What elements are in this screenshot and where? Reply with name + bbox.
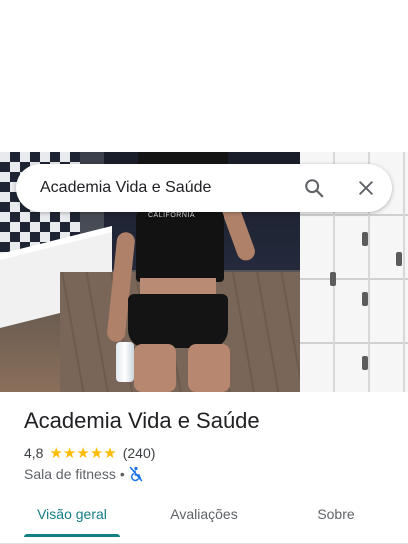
person-leg	[134, 344, 176, 392]
shirt-print: CALIFORNIA	[148, 212, 196, 219]
star-icon: ★	[62, 444, 77, 462]
separator: •	[119, 466, 125, 482]
tab-about[interactable]: Sobre	[296, 494, 376, 534]
tab-bar: Visão geral Avaliações Sobre	[0, 494, 408, 544]
star-icon: ★	[49, 444, 63, 462]
person-leg	[188, 344, 230, 392]
search-icon[interactable]	[298, 172, 330, 204]
rating-row[interactable]: 4,8 ★ ★ ★ ★ ★ (240)	[24, 443, 155, 463]
tab-reviews[interactable]: Avaliações	[152, 494, 256, 534]
review-count[interactable]: (240)	[123, 445, 156, 461]
locker-lock	[362, 292, 368, 306]
wheelchair-crossed-icon[interactable]	[129, 466, 145, 482]
locker-lock	[362, 356, 368, 370]
category-row: Sala de fitness •	[24, 464, 145, 484]
locker-lock	[330, 272, 336, 286]
person-shirt	[136, 208, 224, 282]
locker-lock	[362, 232, 368, 246]
rating-value: 4,8	[24, 445, 44, 461]
water-bottle	[116, 342, 134, 382]
tab-overview[interactable]: Visão geral	[24, 494, 120, 534]
search-bar[interactable]: Academia Vida e Saúde	[16, 164, 392, 212]
person-shorts	[128, 294, 228, 348]
active-tab-indicator	[24, 534, 120, 537]
search-input[interactable]: Academia Vida e Saúde	[40, 164, 211, 212]
star-rating: ★ ★ ★ ★ ★	[49, 446, 116, 461]
top-blank-area	[0, 0, 408, 152]
place-title: Academia Vida e Saúde	[24, 408, 260, 433]
star-icon: ★	[103, 444, 117, 462]
close-icon[interactable]	[350, 172, 382, 204]
locker-lock	[396, 252, 402, 266]
place-category: Sala de fitness	[24, 466, 116, 482]
star-icon: ★	[89, 444, 104, 462]
star-icon: ★	[76, 444, 90, 462]
